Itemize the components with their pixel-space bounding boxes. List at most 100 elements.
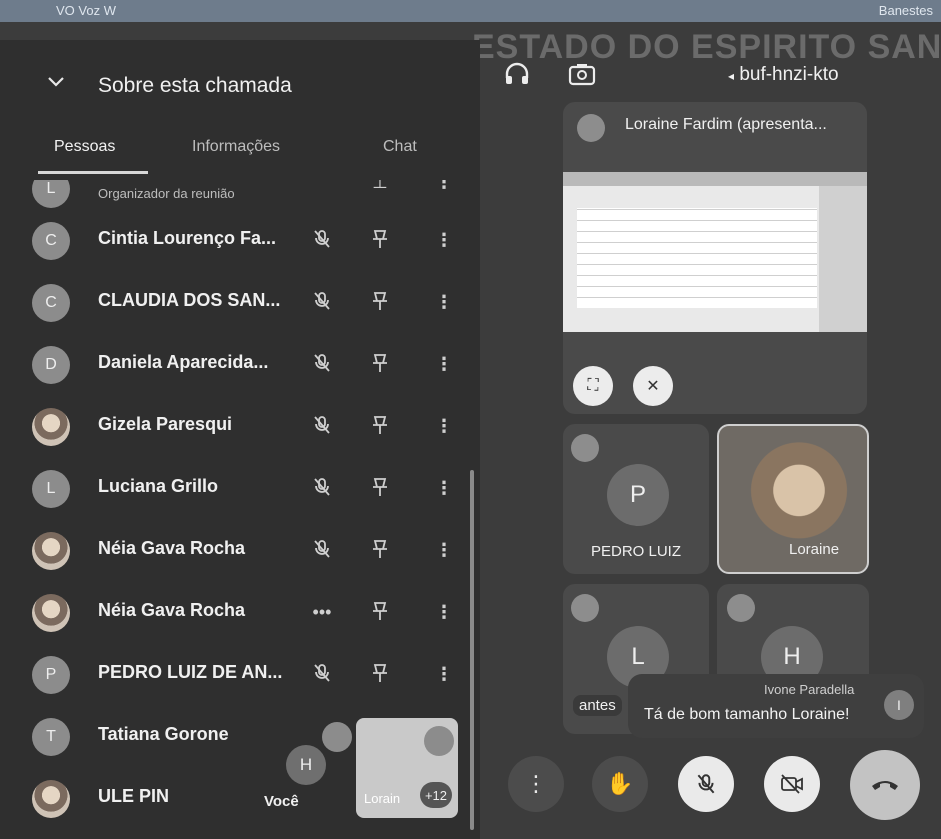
- panel-tabs: Pessoas Informações Chat: [0, 135, 480, 180]
- participant-role: Organizador da reunião: [98, 186, 235, 201]
- presentation-tile[interactable]: Loraine Fardim (apresenta... ⛶ ✕: [563, 102, 867, 414]
- avatar: D: [32, 346, 70, 384]
- pin-icon[interactable]: [368, 600, 392, 624]
- more-vert-icon[interactable]: ⋮: [432, 414, 456, 438]
- mic-off-icon: [577, 114, 605, 142]
- avatar: L: [32, 470, 70, 508]
- headphones-icon[interactable]: [504, 62, 530, 86]
- pin-icon[interactable]: [368, 476, 392, 500]
- more-vert-icon[interactable]: ⋮: [432, 662, 456, 686]
- list-item[interactable]: Gizela Paresqui ⋮: [0, 396, 470, 458]
- avatar: [32, 780, 70, 818]
- chat-notification[interactable]: Ivone Paradella Tá de bom tamanho Lorain…: [628, 674, 924, 738]
- camera-toggle-button[interactable]: [764, 756, 820, 812]
- scrollbar[interactable]: [470, 470, 474, 830]
- mic-off-icon[interactable]: [310, 538, 334, 562]
- mic-toggle-button[interactable]: [678, 756, 734, 812]
- pin-icon[interactable]: [368, 352, 392, 376]
- avatar: I: [884, 690, 914, 720]
- mic-off-icon[interactable]: [310, 290, 334, 314]
- avatar: [32, 408, 70, 446]
- more-vert-icon[interactable]: ⋮: [432, 180, 456, 194]
- participant-tile[interactable]: P PEDRO LUIZ: [563, 424, 709, 574]
- participant-name: Néia Gava Rocha: [98, 538, 246, 558]
- more-vert-icon[interactable]: ⋮: [432, 600, 456, 624]
- watermark: ESTADO DO ESPIRITO SANT: [472, 28, 941, 66]
- speaking-dots-icon: •••: [312, 602, 332, 622]
- participant-name: Cintia Lourenço Fa...: [98, 228, 277, 248]
- notification-message: Tá de bom tamanho Loraine!: [644, 706, 850, 723]
- video-feed: [749, 440, 849, 552]
- pin-icon[interactable]: [368, 538, 392, 562]
- mic-off-icon[interactable]: [310, 476, 334, 500]
- mic-off-icon: [727, 594, 755, 622]
- end-call-icon: [872, 781, 898, 790]
- list-item[interactable]: Néia Gava Rocha ⋮: [0, 520, 470, 582]
- pin-icon[interactable]: ⊥: [368, 180, 392, 194]
- self-label: Você: [264, 793, 299, 810]
- more-vert-icon[interactable]: ⋮: [432, 290, 456, 314]
- avatar: C: [32, 284, 70, 322]
- more-options-button[interactable]: ⋮: [508, 756, 564, 812]
- avatar: L: [32, 180, 70, 208]
- avatar: P: [32, 656, 70, 694]
- tile-name: Loraine: [789, 541, 840, 558]
- avatar: [32, 532, 70, 570]
- list-item[interactable]: D Daniela Aparecida... ⋮: [0, 334, 470, 396]
- participant-name: Tatiana Gorone: [98, 724, 229, 744]
- participant-tile-active[interactable]: Loraine: [717, 424, 869, 574]
- participant-name: CLAUDIA DOS SAN...: [98, 290, 281, 310]
- chevron-down-icon[interactable]: [46, 72, 66, 92]
- screen-toolbar: [563, 172, 867, 186]
- tab-people[interactable]: Pessoas: [54, 138, 115, 156]
- raise-hand-button[interactable]: ✋: [592, 756, 648, 812]
- end-call-button[interactable]: [850, 750, 920, 820]
- list-item[interactable]: Néia Gava Rocha ••• ⋮: [0, 582, 470, 644]
- tab-chat[interactable]: Chat: [383, 138, 417, 156]
- pin-icon[interactable]: [368, 662, 392, 686]
- status-bar: VO Voz W Banestes: [0, 0, 941, 22]
- camera-off-icon: [781, 774, 803, 794]
- screen-sidebar: [819, 186, 867, 332]
- list-item[interactable]: L Luciana Grillo ⋮: [0, 458, 470, 520]
- avatar: P: [607, 464, 669, 526]
- avatar: T: [32, 718, 70, 756]
- tile-name: PEDRO LUIZ: [591, 543, 682, 560]
- participant-name: Luciana Grillo: [98, 476, 219, 496]
- mic-off-icon: [424, 726, 454, 756]
- more-vert-icon[interactable]: ⋮: [432, 538, 456, 562]
- avatar: [32, 594, 70, 632]
- mic-off-icon[interactable]: [310, 228, 334, 252]
- participant-name: Gizela Paresqui: [98, 414, 233, 434]
- pin-icon[interactable]: [368, 414, 392, 438]
- list-item[interactable]: C CLAUDIA DOS SAN... ⋮: [0, 272, 470, 334]
- tab-info[interactable]: Informações: [192, 138, 280, 156]
- panel-header: Sobre esta chamada: [0, 40, 480, 135]
- status-right: Banestes: [878, 3, 933, 18]
- pin-icon[interactable]: [368, 290, 392, 314]
- mic-off-icon: [571, 434, 599, 462]
- switch-camera-icon[interactable]: [568, 62, 596, 86]
- meeting-code[interactable]: ◂ buf-hnzi-kto: [728, 64, 839, 86]
- mic-off-icon[interactable]: [310, 414, 334, 438]
- mic-off-icon[interactable]: [310, 662, 334, 686]
- pin-off-icon[interactable]: ✕: [633, 366, 673, 406]
- thumbnail-label: Lorain: [364, 791, 401, 806]
- fullscreen-icon[interactable]: ⛶: [573, 366, 613, 406]
- pin-icon[interactable]: [368, 228, 392, 252]
- list-item[interactable]: P PEDRO LUIZ DE AN... ⋮: [0, 644, 470, 706]
- more-vert-icon[interactable]: ⋮: [432, 476, 456, 500]
- more-participants-badge[interactable]: +12: [420, 782, 452, 808]
- mic-off-icon[interactable]: [310, 352, 334, 376]
- more-vert-icon[interactable]: ⋮: [432, 228, 456, 252]
- avatar: H: [286, 745, 326, 785]
- tile-name: antes: [573, 695, 622, 716]
- participant-name: Daniela Aparecida...: [98, 352, 269, 372]
- presenter-name: Loraine Fardim (apresenta...: [625, 116, 827, 133]
- participant-name: ULE PIN: [98, 786, 170, 806]
- meet-screen: VO Voz W Banestes ESTADO DO ESPIRITO SAN…: [0, 0, 941, 839]
- shared-screen: [563, 172, 867, 332]
- more-vert-icon[interactable]: ⋮: [432, 352, 456, 376]
- notification-sender: Ivone Paradella: [764, 682, 855, 697]
- list-item[interactable]: C Cintia Lourenço Fa... ⋮: [0, 210, 470, 272]
